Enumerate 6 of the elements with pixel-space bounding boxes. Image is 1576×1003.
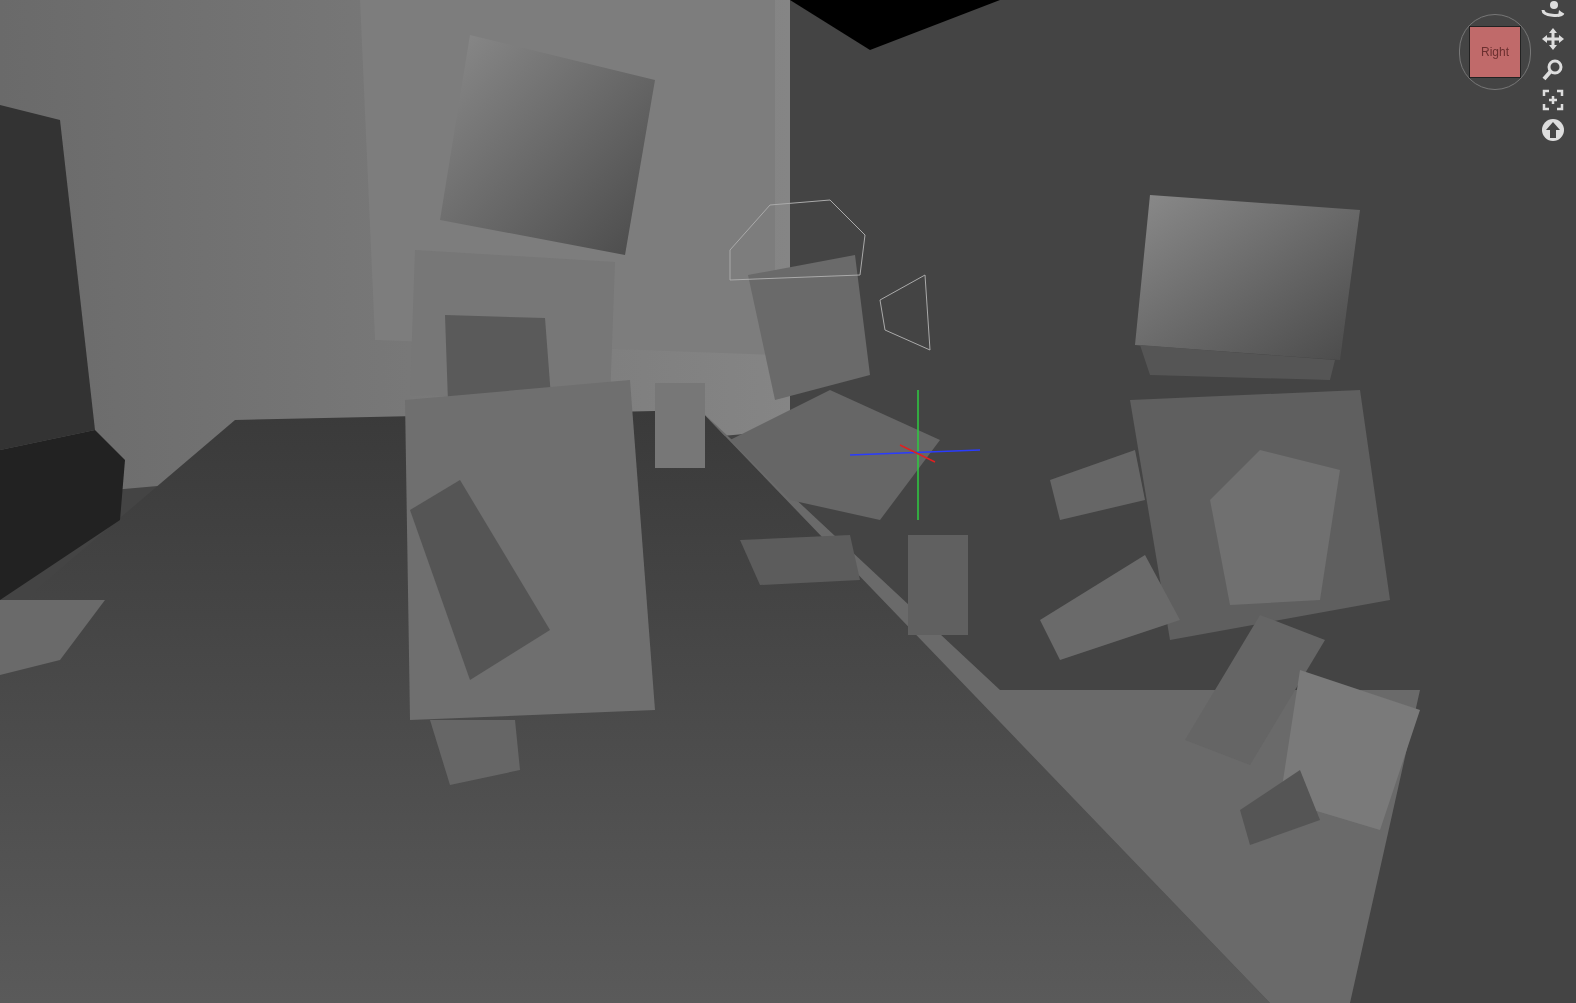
pan-move-icon[interactable] xyxy=(1541,27,1565,51)
orbit-icon[interactable] xyxy=(1540,0,1566,20)
search-zoom-icon[interactable] xyxy=(1541,58,1565,82)
frame-focus-icon[interactable] xyxy=(1542,89,1564,111)
up-arrow-circle-icon[interactable] xyxy=(1541,118,1565,142)
view-cube-label: Right xyxy=(1481,44,1509,61)
